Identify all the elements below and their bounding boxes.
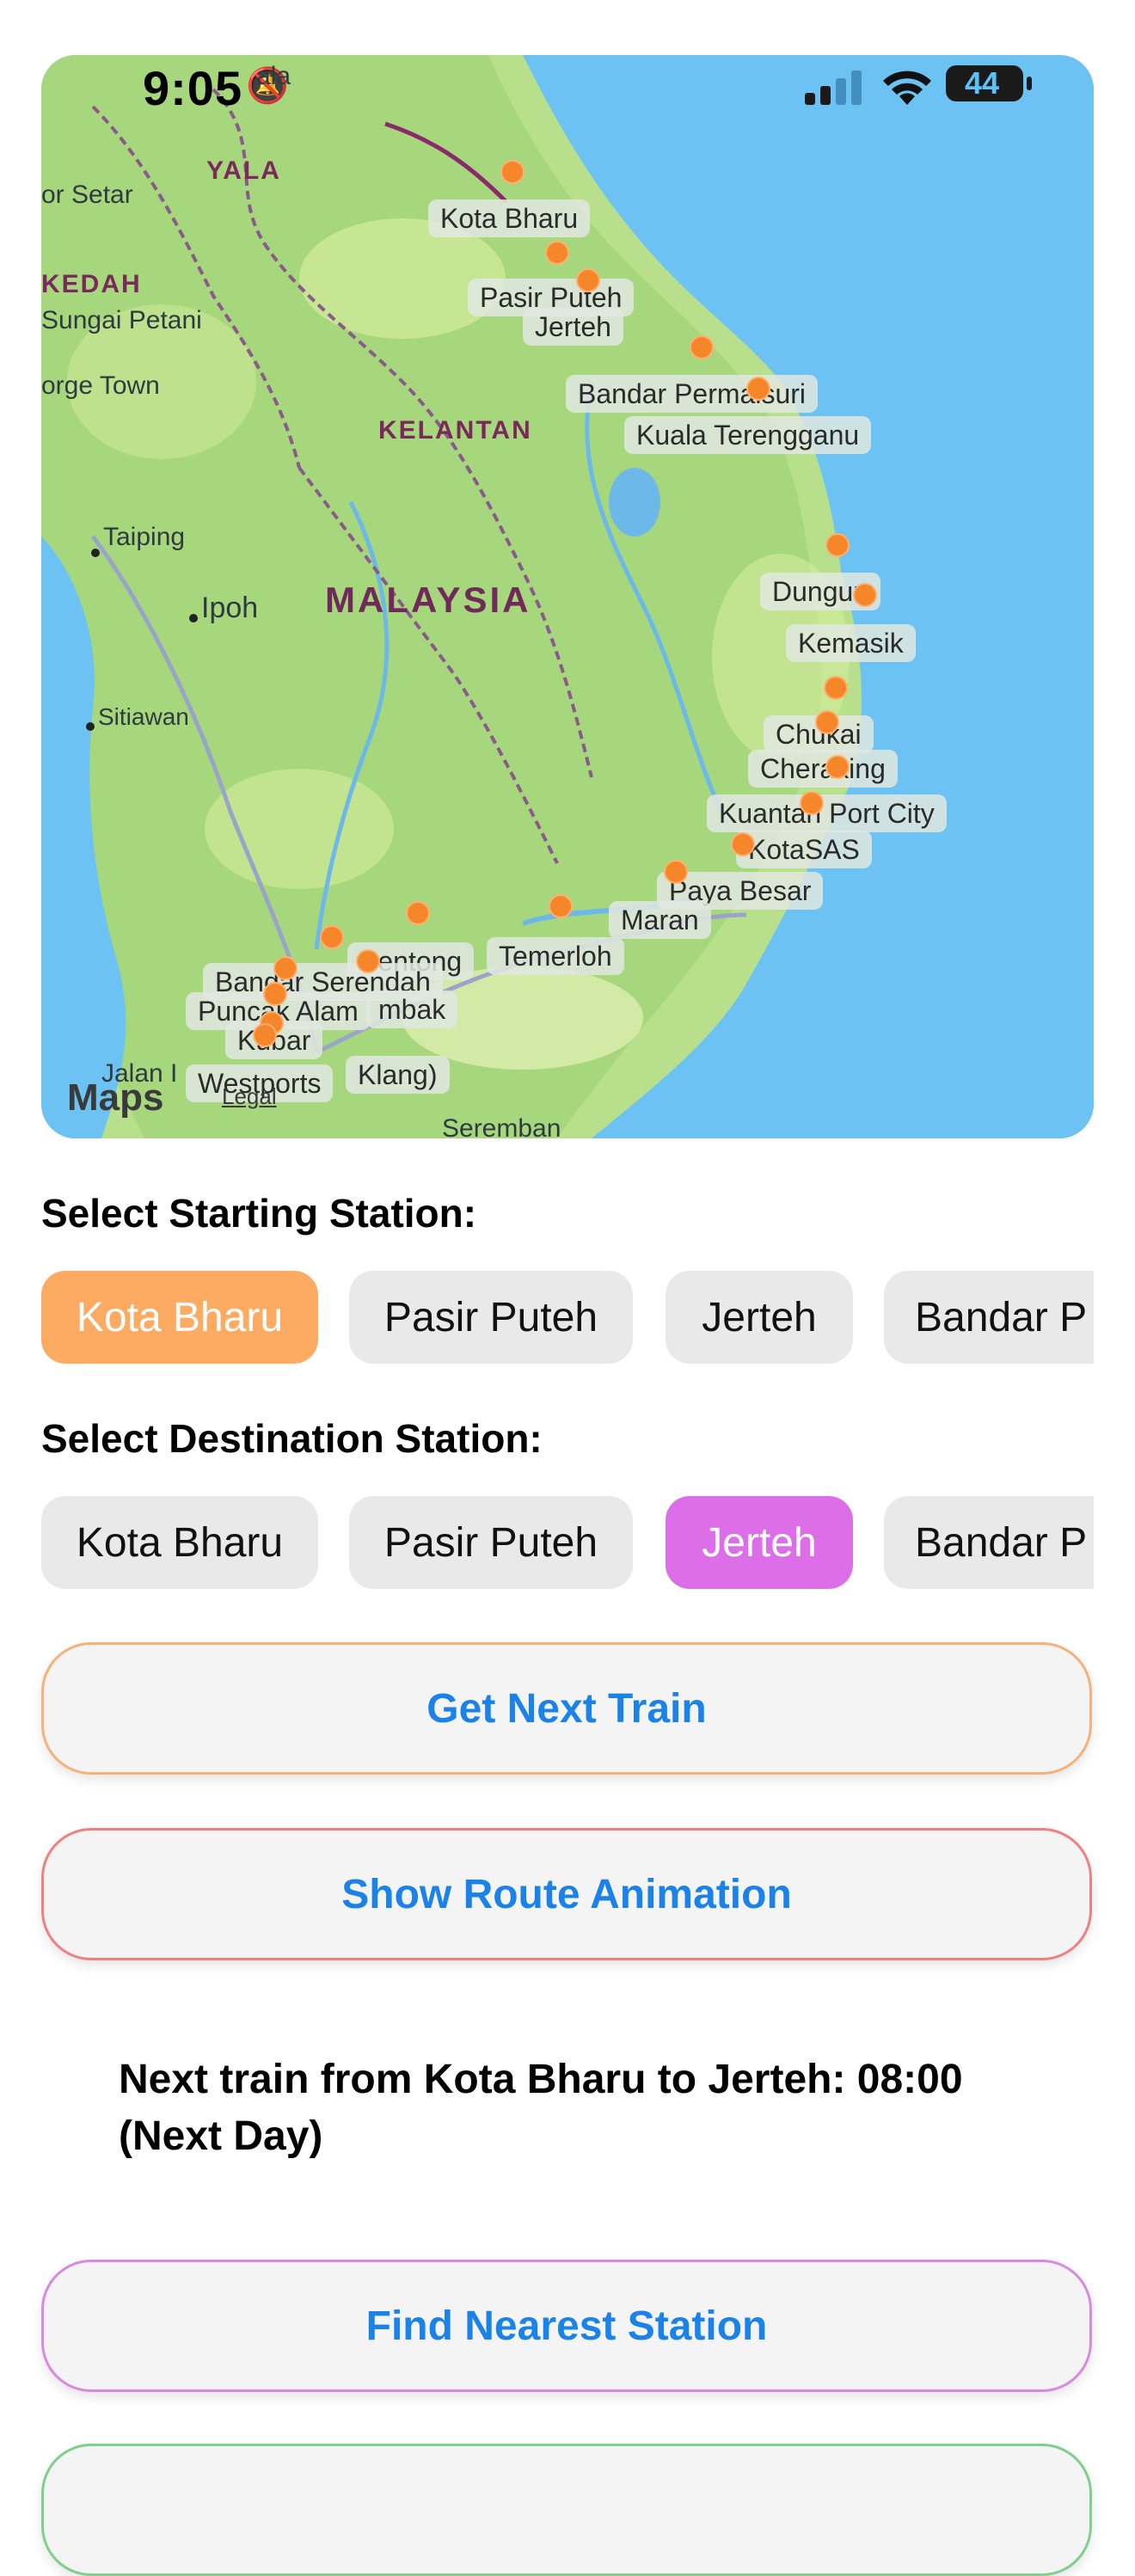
next-train-result: Next train from Kota Bharu to Jerteh: 08… bbox=[119, 2057, 963, 2159]
station-marker[interactable] bbox=[273, 956, 298, 980]
dest-chip-jerteh[interactable]: Jerteh bbox=[666, 1496, 853, 1589]
station-marker[interactable] bbox=[824, 676, 848, 700]
station-label: Bandar Permaisuri bbox=[566, 375, 818, 413]
place-label: Seremban bbox=[442, 1114, 561, 1138]
dest-section-title: Select Destination Station: bbox=[41, 1416, 543, 1461]
dest-chip-bandar-permaisuri[interactable]: Bandar P bbox=[884, 1496, 1094, 1589]
place-label: Sitiawan bbox=[98, 703, 189, 730]
station-marker[interactable] bbox=[664, 860, 688, 884]
place-label: Sungai Petani bbox=[41, 306, 202, 334]
battery-tip bbox=[1027, 77, 1032, 90]
wifi-icon bbox=[883, 71, 931, 105]
status-bar: 9:05 🔕 44 bbox=[41, 55, 1094, 141]
station-marker[interactable] bbox=[406, 901, 430, 925]
maps-logo-text: Maps bbox=[67, 1076, 164, 1119]
start-chip-bandar-permaisuri[interactable]: Bandar P bbox=[884, 1271, 1094, 1364]
station-marker[interactable] bbox=[825, 533, 850, 557]
station-marker[interactable] bbox=[825, 755, 850, 779]
city-dot bbox=[189, 614, 198, 623]
place-label: orge Town bbox=[41, 371, 160, 400]
start-chip-kota-bharu[interactable]: Kota Bharu bbox=[41, 1271, 318, 1364]
legal-link[interactable]: Legal bbox=[222, 1083, 277, 1110]
station-marker[interactable] bbox=[500, 160, 525, 184]
station-marker[interactable] bbox=[731, 832, 755, 856]
battery-level: 44 bbox=[965, 65, 1000, 101]
station-label: Maran bbox=[609, 901, 711, 939]
region-label: KELANTAN bbox=[378, 416, 532, 445]
find-nearest-station-button[interactable]: Find Nearest Station bbox=[41, 2260, 1092, 2392]
station-marker[interactable] bbox=[853, 583, 877, 607]
station-marker[interactable] bbox=[263, 982, 287, 1006]
additional-action-button[interactable] bbox=[41, 2444, 1092, 2576]
start-chip-jerteh[interactable]: Jerteh bbox=[666, 1271, 853, 1364]
maps-attribution[interactable]: Maps bbox=[67, 1076, 163, 1119]
station-marker[interactable] bbox=[576, 268, 600, 292]
station-label: mbak bbox=[366, 991, 458, 1028]
country-label: MALAYSIA bbox=[325, 580, 531, 620]
station-marker[interactable] bbox=[549, 894, 573, 918]
route-map[interactable]: 9:05 🔕 44 ala YALA or Setar KEDAH Sungai… bbox=[41, 55, 1094, 1138]
station-marker[interactable] bbox=[356, 949, 380, 973]
station-marker[interactable] bbox=[690, 335, 714, 359]
station-label: Kemasik bbox=[786, 624, 916, 662]
place-label: Taiping bbox=[103, 523, 186, 551]
station-label: Jerteh bbox=[523, 308, 623, 346]
city-dot bbox=[91, 549, 100, 557]
battery-icon: 44 bbox=[946, 65, 1023, 101]
station-marker[interactable] bbox=[746, 377, 770, 401]
station-marker[interactable] bbox=[800, 791, 824, 815]
station-label: Kuantan Port City bbox=[707, 794, 947, 832]
status-time: 9:05 bbox=[143, 61, 243, 115]
cellular-signal-icon bbox=[805, 71, 862, 105]
station-marker[interactable] bbox=[815, 710, 839, 734]
start-chip-pasir-puteh[interactable]: Pasir Puteh bbox=[349, 1271, 633, 1364]
station-label: Kuala Terengganu bbox=[624, 416, 872, 454]
station-label: Temerloh bbox=[487, 937, 624, 975]
city-dot bbox=[86, 722, 95, 731]
show-route-animation-button[interactable]: Show Route Animation bbox=[41, 1828, 1092, 1960]
station-marker[interactable] bbox=[253, 1023, 277, 1047]
station-marker[interactable] bbox=[545, 241, 569, 265]
station-label: KotaSAS bbox=[736, 831, 872, 868]
station-label: Cheraking bbox=[748, 750, 898, 788]
station-label: Kota Bharu bbox=[428, 199, 591, 237]
place-label: or Setar bbox=[41, 181, 133, 209]
dest-chip-pasir-puteh[interactable]: Pasir Puteh bbox=[349, 1496, 633, 1589]
dest-station-picker[interactable]: Kota Bharu Pasir Puteh Jerteh Bandar P bbox=[41, 1496, 1094, 1591]
start-station-picker[interactable]: Kota Bharu Pasir Puteh Jerteh Bandar P bbox=[41, 1271, 1094, 1365]
station-marker[interactable] bbox=[320, 925, 344, 949]
start-section-title: Select Starting Station: bbox=[41, 1191, 477, 1236]
dest-chip-kota-bharu[interactable]: Kota Bharu bbox=[41, 1496, 318, 1589]
region-label: YALA bbox=[206, 156, 281, 185]
region-label: KEDAH bbox=[41, 270, 142, 298]
station-label: Klang) bbox=[346, 1056, 450, 1094]
get-next-train-button[interactable]: Get Next Train bbox=[41, 1642, 1092, 1775]
place-label: Ipoh bbox=[201, 592, 259, 624]
place-label: ala bbox=[256, 62, 291, 90]
